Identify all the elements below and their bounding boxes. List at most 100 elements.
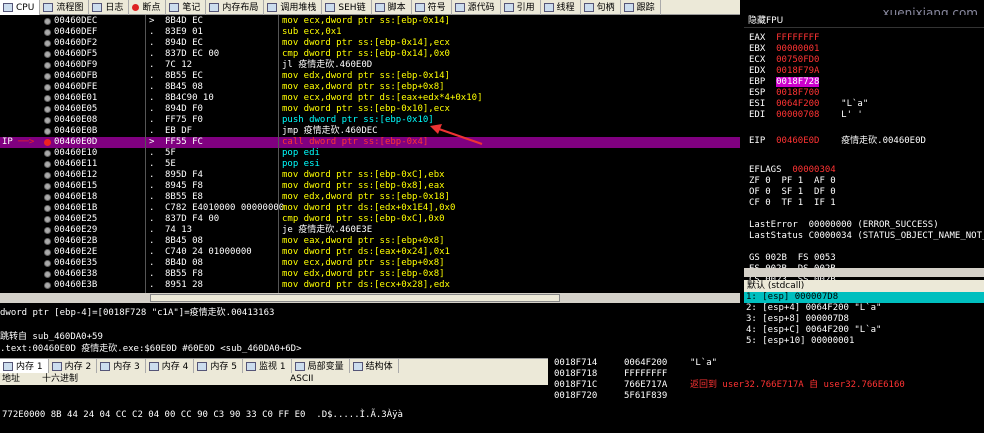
breakpoint-icon[interactable] [44,18,51,25]
disasm-row[interactable]: 00460E1B. C782 E4010000 00000000 mov dword… [0,203,740,214]
reg-value[interactable]: 00460E0D [776,136,819,146]
dump-tab-6[interactable]: 局部变量 [292,359,350,374]
breakpoint-icon[interactable] [44,84,51,91]
disassembly-pane[interactable]: 00460DEC >8B4D EC mov ecx,dword ptr ss:[eb… [0,15,740,305]
dump-tab-1[interactable]: 内存 2 [49,359,98,374]
tab-0[interactable]: CPU [0,0,41,15]
tab-7[interactable]: SEH链 [322,0,372,15]
stack-value[interactable]: 0064F200 [624,358,667,369]
disasm-row[interactable]: 00460E0B. EB DF jmp 疫情走砍.460DEC [0,126,740,137]
breakpoint-icon[interactable] [44,29,51,36]
flags-line[interactable]: ZF 0 PF 1 AF 0 [749,176,836,187]
register-ecx[interactable]: ECX 00750FD0 [749,55,819,66]
register-eflags[interactable]: EFLAGS 00000304 [749,165,836,176]
reg-value[interactable]: 0018F728 [776,77,820,87]
disasm-row[interactable]: 00460DF9. 7C 12 jl 疫情走砍.460E0D [0,60,740,71]
tab-4[interactable]: 笔记 [166,0,207,15]
dump-tab-0[interactable]: 内存 1 [0,359,49,374]
dump-tab-2[interactable]: 内存 3 [97,359,146,374]
disasm-row[interactable]: 00460E2E. C740 24 01000000 mov dword ptr d… [0,247,740,258]
breakpoint-icon[interactable] [44,128,51,135]
memory-dump-pane[interactable]: 772E0000 8B 44 24 04 CC C2 04 00 CC 90 C… [0,385,548,420]
register-hscroll[interactable] [744,268,984,277]
tab-12[interactable]: 线程 [541,0,581,15]
register-pane[interactable]: 隐藏FPU EAX FFFFFFFF EBX 00000001 ECX 00750F… [744,15,984,285]
dump-tab-3[interactable]: 内存 4 [146,359,195,374]
tab-3[interactable]: 断点 [129,0,167,15]
breakpoint-icon[interactable] [44,117,51,124]
breakpoint-icon[interactable] [44,282,51,289]
register-esi[interactable]: ESI 0064F200 "L`a" [749,99,868,110]
stack-args-pane[interactable]: 1: [esp] 000007D8 2: [esp+4] 0064F200 "L`… [744,292,984,354]
register-eip[interactable]: EIP 00460E0D 疫情走砍.00460E0D [749,136,926,147]
breakpoint-icon[interactable] [44,150,51,157]
stack-address[interactable]: 0018F71C [554,380,597,391]
disasm-row[interactable]: 00460E05. 894D F0 mov dword ptr ss:[ebp-0x… [0,104,740,115]
reg-value[interactable]: 00000001 [776,44,819,54]
disasm-row[interactable]: 00460E11. 5E pop esi [0,159,740,170]
reg-value[interactable]: 00000708 [776,110,819,120]
breakpoint-icon[interactable] [44,238,51,245]
stack-pane[interactable]: 0018F714 0064F200 "L`a" 0018F718 FFFFFFFF 001… [552,356,984,402]
stack-value[interactable]: 5F61F839 [624,391,667,402]
dump-tab-5[interactable]: 监视 1 [243,359,292,374]
disasm-row[interactable]: 00460E3B. 8951 28 mov dword ptr ds:[ecx+0x… [0,280,740,291]
disasm-row[interactable]: 00460E15. 8945 F8 mov dword ptr ss:[ebp-0x… [0,181,740,192]
tab-2[interactable]: 日志 [89,0,130,15]
stack-value[interactable]: FFFFFFFF [624,369,667,380]
disasm-row[interactable]: 00460E18. 8B55 E8 mov edx,dword ptr ss:[eb… [0,192,740,203]
breakpoint-icon[interactable] [44,62,51,69]
breakpoint-icon[interactable] [44,183,51,190]
stack-value[interactable]: 766E717A [624,380,667,391]
stack-arg-row[interactable]: 4: [esp+C] 0064F200 "L`a" [744,325,984,336]
disasm-row[interactable]: 00460DF2. 894D EC mov dword ptr ss:[ebp-0x… [0,38,740,49]
tab-14[interactable]: 跟踪 [621,0,661,15]
disasm-row[interactable]: 00460E38. 8B55 F8 mov edx,dword ptr ss:[eb… [0,269,740,280]
dump-row[interactable]: 772E0000 8B 44 24 04 CC C2 04 00 CC 90 C… [0,409,548,421]
breakpoint-icon[interactable] [44,249,51,256]
dump-tab-4[interactable]: 内存 5 [194,359,243,374]
tab-5[interactable]: 内存布局 [206,0,265,15]
disasm-row[interactable]: 00460E01. 8B4C90 10 mov ecx,dword ptr ds:[… [0,93,740,104]
breakpoint-icon[interactable] [44,51,51,58]
breakpoint-icon[interactable] [44,194,51,201]
tab-13[interactable]: 句柄 [581,0,621,15]
register-eax[interactable]: EAX FFFFFFFF [749,33,819,44]
stack-address[interactable]: 0018F714 [554,358,597,369]
disasm-row[interactable]: 00460E2B. 8B45 08 mov eax,dword ptr ss:[eb… [0,236,740,247]
reg-value[interactable]: 0018F700 [776,88,819,98]
register-esp[interactable]: ESP 0018F700 [749,88,819,99]
reg-value[interactable]: 00750FD0 [776,55,819,65]
disasm-row[interactable]: IP ──> 00460E0D > FF55 FC call dword ptr ss:[… [0,137,740,148]
tab-1[interactable]: 流程图 [40,0,90,15]
disassembly-hscroll[interactable] [0,293,740,303]
breakpoint-icon[interactable] [44,216,51,223]
breakpoint-icon[interactable] [44,161,51,168]
tab-10[interactable]: 源代码 [452,0,501,15]
breakpoint-icon[interactable] [44,172,51,179]
disasm-row[interactable]: 00460E29. 74 13 je 疫情走砍.460E3E [0,225,740,236]
register-edi[interactable]: EDI 00000708 L' ' [749,110,863,121]
stack-address[interactable]: 0018F718 [554,369,597,380]
disasm-row[interactable]: 00460DEF. 83E9 01 sub ecx,0x1 [0,27,740,38]
calling-convention-select[interactable]: 默认 (stdcall) [744,280,984,292]
disasm-row[interactable]: 00460E10. 5F pop edi [0,148,740,159]
disasm-row[interactable]: 00460E35. 8B4D 08 mov ecx,dword ptr ss:[eb… [0,258,740,269]
scroll-thumb[interactable] [150,294,560,302]
stack-arg-row[interactable]: 3: [esp+8] 000007D8 [744,314,984,325]
disasm-row[interactable]: 00460DF5. 837D EC 00 cmp dword ptr ss:[ebp… [0,49,740,60]
breakpoint-icon[interactable] [44,271,51,278]
disasm-row[interactable]: 00460E12. 895D F4 mov dword ptr ss:[ebp-0x… [0,170,740,181]
tab-8[interactable]: 脚本 [372,0,412,15]
breakpoint-icon[interactable] [44,40,51,47]
reg-value[interactable]: 0018F79A [776,66,819,76]
tab-9[interactable]: 符号 [412,0,452,15]
breakpoint-icon[interactable] [44,139,51,146]
breakpoint-icon[interactable] [44,227,51,234]
register-edx[interactable]: EDX 0018F79A [749,66,819,77]
breakpoint-icon[interactable] [44,95,51,102]
tab-6[interactable]: 调用堆栈 [264,0,323,15]
breakpoint-icon[interactable] [44,106,51,113]
disasm-row[interactable]: 00460DFB. 8B55 EC mov edx,dword ptr ss:[eb… [0,71,740,82]
stack-arg-row[interactable]: 2: [esp+4] 0064F200 "L`a" [744,303,984,314]
